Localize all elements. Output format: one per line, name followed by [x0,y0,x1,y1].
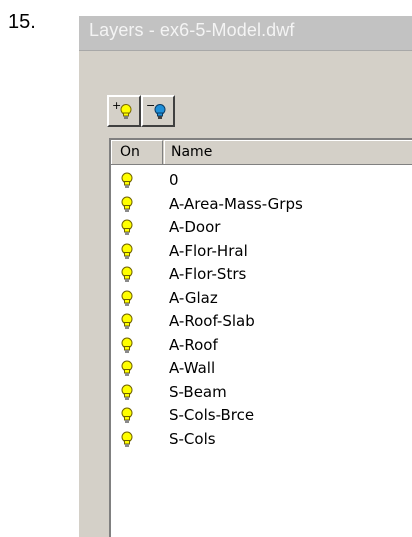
title-bar[interactable]: Layers - ex6-5-Model.dwf [79,16,412,51]
layer-row[interactable]: A-Door [111,217,412,241]
column-label-on: On [120,144,140,160]
column-header-name[interactable]: Name [164,140,412,164]
window-title: Layers - ex6-5-Model.dwf [89,20,295,40]
layer-name: S-Beam [169,382,227,401]
layer-name: S-Cols [169,429,216,448]
layer-name: A-Flor-Strs [169,265,247,283]
lightbulb-on-icon[interactable] [121,290,133,312]
column-header-on[interactable]: On [111,140,163,164]
lightbulb-on-icon[interactable] [121,360,133,382]
layer-name: A-Door [169,218,221,236]
layer-name: S-Cols-Brce [169,406,255,424]
lightbulb-on-icon[interactable] [121,266,133,288]
step-number: 15. [8,11,36,33]
layer-row[interactable]: 0 [111,170,412,194]
layer-row[interactable]: A-Roof-Slab [111,311,412,335]
layer-rows: 0 A-Area-Mass-Grps A-Door A-Flor-Hral A-Flor… [111,170,412,452]
lightbulb-on-icon[interactable] [121,384,133,406]
lightbulb-on-icon[interactable] [121,407,133,429]
layer-name: A-Roof-Slab [169,312,255,330]
layer-row[interactable]: A-Flor-Hral [111,241,412,265]
layer-name: A-Flor-Hral [169,241,248,260]
layer-row[interactable]: A-Flor-Strs [111,264,412,288]
layer-row[interactable]: A-Area-Mass-Grps [111,194,412,218]
lightbulb-on-icon[interactable] [121,219,133,241]
turn-on-all-layers-button[interactable]: + [107,95,141,127]
layer-name: A-Roof [169,335,218,354]
layer-row[interactable]: A-Wall [111,358,412,382]
layer-name: 0 [169,171,179,189]
layer-row[interactable]: A-Roof [111,335,412,359]
lightbulb-on-icon[interactable] [121,243,133,265]
layer-list: On Name 0 A-Area-Mass-Grps A-Door A-Flor-Hr… [109,138,412,537]
layers-window: Layers - ex6-5-Model.dwf + − On Name 0 A… [79,16,412,537]
layer-row[interactable]: S-Cols-Brce [111,405,412,429]
lightbulb-on-icon[interactable] [121,172,133,194]
lightbulb-on-icon[interactable] [121,431,133,453]
column-label-name: Name [171,144,213,160]
list-header: On Name [111,140,412,165]
turn-off-all-layers-button[interactable]: − [141,95,175,127]
lightbulb-on-icon[interactable] [121,337,133,359]
layer-name: A-Glaz [169,288,218,307]
lightbulb-on-icon[interactable] [121,313,133,335]
layer-name: A-Area-Mass-Grps [169,194,303,213]
layer-name: A-Wall [169,359,216,377]
lightbulb-on-icon[interactable] [121,196,133,218]
layer-row[interactable]: S-Beam [111,382,412,406]
layer-row[interactable]: S-Cols [111,429,412,453]
layer-row[interactable]: A-Glaz [111,288,412,312]
